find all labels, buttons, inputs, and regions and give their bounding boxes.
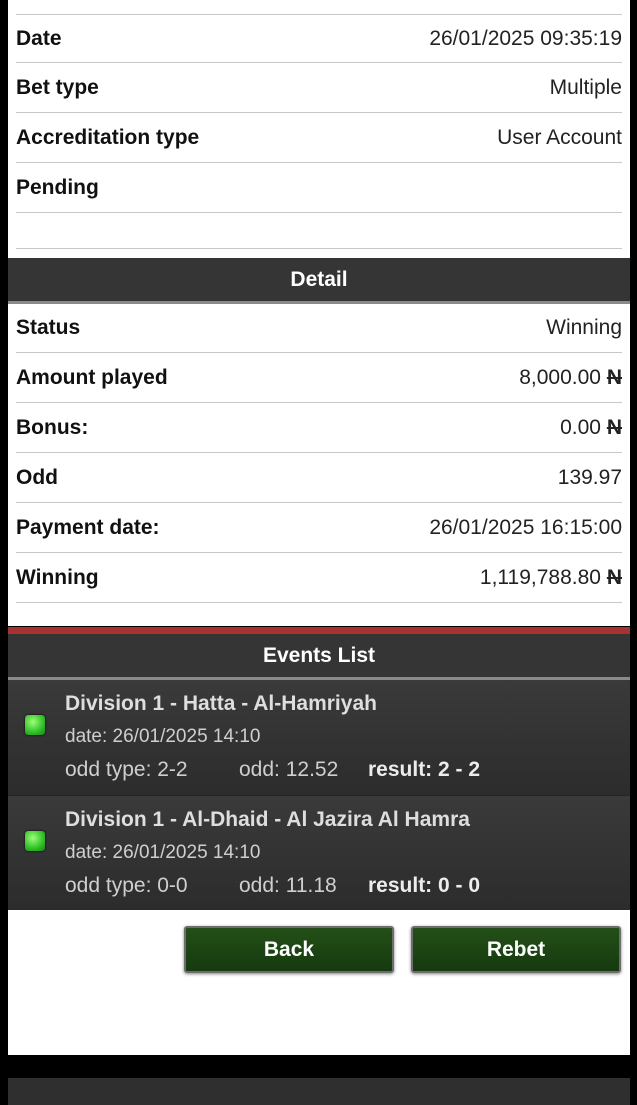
summary-value: User Account — [497, 126, 622, 149]
summary-row-empty — [16, 214, 622, 249]
bonus-value: 0.00 — [560, 416, 607, 439]
summary-value: Multiple — [549, 76, 622, 99]
actions-panel: Back Rebet — [8, 910, 630, 1055]
summary-label: Pending — [16, 176, 99, 199]
detail-value: 26/01/2025 16:15:00 — [429, 516, 622, 539]
detail-value: 8,000.00 N — [519, 366, 622, 390]
event-odds-line: odd type: 0-0 odd: 11.18 result: 0 - 0 — [65, 874, 480, 898]
detail-value: Winning — [546, 316, 622, 339]
detail-label: Amount played — [16, 366, 168, 389]
winning-value: 1,119,788.80 — [479, 566, 607, 589]
event-odds-line: odd type: 2-2 odd: 12.52 result: 2 - 2 — [65, 758, 480, 782]
naira-currency-icon: N — [606, 366, 622, 389]
detail-panel: Status Winning Amount played 8,000.00 N … — [8, 304, 630, 626]
summary-row-bet-type: Bet type Multiple — [16, 64, 622, 113]
amount-value: 8,000.00 — [519, 366, 607, 389]
summary-row-accreditation-type: Accreditation type User Account — [16, 114, 622, 163]
detail-label: Status — [16, 316, 81, 339]
detail-value: 1,119,788.80 N — [480, 566, 622, 590]
events-title: Events List — [262, 643, 376, 667]
event-odd: odd: 11.18 — [239, 874, 337, 897]
event-status-icon — [25, 715, 45, 735]
naira-currency-icon: N — [606, 416, 622, 439]
bet-summary-panel: Date 26/01/2025 09:35:19 Bet type Multip… — [8, 0, 630, 258]
event-odd-type: odd type: 0-0 — [65, 874, 188, 897]
naira-currency-icon: N — [606, 566, 622, 589]
summary-label: Bet type — [16, 76, 99, 99]
detail-row-bonus: Bonus: 0.00 N — [16, 404, 622, 453]
summary-label: Accreditation type — [16, 126, 200, 149]
detail-value: 0.00 N — [560, 416, 622, 440]
event-item: Division 1 - Al-Dhaid - Al Jazira Al Ham… — [8, 795, 630, 910]
events-section-header: Events List — [8, 627, 630, 680]
detail-value: 139.97 — [557, 466, 622, 489]
footer-bar — [8, 1078, 630, 1105]
summary-value: 26/01/2025 09:35:19 — [429, 26, 622, 50]
rebet-button[interactable]: Rebet — [411, 926, 621, 973]
detail-row-payment-date: Payment date: 26/01/2025 16:15:00 — [16, 504, 622, 553]
event-title: Division 1 - Al-Dhaid - Al Jazira Al Ham… — [65, 808, 470, 831]
event-odd-type: odd type: 2-2 — [65, 758, 188, 781]
back-button[interactable]: Back — [184, 926, 394, 973]
event-result: result: 2 - 2 — [368, 758, 481, 781]
event-result: result: 0 - 0 — [368, 874, 481, 897]
detail-title: Detail — [290, 267, 348, 291]
summary-row-pending: Pending — [16, 164, 622, 213]
detail-label: Winning — [16, 566, 99, 589]
summary-row-date: Date 26/01/2025 09:35:19 — [16, 14, 622, 63]
detail-label: Payment date: — [16, 516, 160, 539]
detail-row-amount-played: Amount played 8,000.00 N — [16, 354, 622, 403]
detail-row-odd: Odd 139.97 — [16, 454, 622, 503]
detail-row-status: Status Winning — [16, 304, 622, 353]
event-title: Division 1 - Hatta - Al-Hamriyah — [65, 692, 377, 715]
event-date: date: 26/01/2025 14:10 — [65, 842, 261, 863]
event-date: date: 26/01/2025 14:10 — [65, 726, 261, 747]
detail-row-winning: Winning 1,119,788.80 N — [16, 554, 622, 603]
event-odd: odd: 12.52 — [239, 758, 339, 781]
detail-label: Bonus: — [16, 416, 89, 439]
event-status-icon — [25, 831, 45, 851]
detail-label: Odd — [16, 466, 58, 489]
detail-section-header: Detail — [8, 258, 630, 304]
event-item: Division 1 - Hatta - Al-Hamriyah date: 2… — [8, 680, 630, 795]
summary-label: Date — [16, 26, 62, 50]
